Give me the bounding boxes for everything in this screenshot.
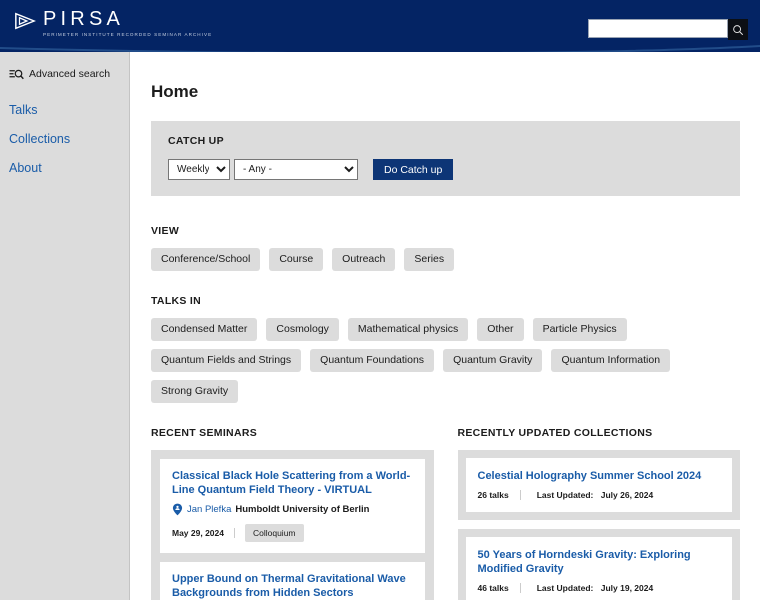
talks-in-tag[interactable]: Other: [477, 318, 524, 341]
view-section: VIEW Conference/School Course Outreach S…: [151, 225, 740, 271]
recently-updated-collections-column: RECENTLY UPDATED COLLECTIONS Celestial H…: [457, 427, 740, 600]
catch-up-panel: CATCH UP Weekly - Any - Do Catch up: [151, 121, 740, 196]
view-section-title: VIEW: [151, 225, 180, 237]
talks-in-tag[interactable]: Quantum Information: [551, 349, 671, 372]
bottom-columns: RECENT SEMINARS Classical Black Hole Sca…: [151, 427, 740, 600]
collection-updated-label: Last Updated:: [536, 490, 594, 500]
collection-title[interactable]: 50 Years of Horndeski Gravity: Exploring…: [478, 548, 721, 576]
sidebar-item-collections[interactable]: Collections: [0, 125, 129, 154]
seminar-title[interactable]: Upper Bound on Thermal Gravitational Wav…: [172, 572, 413, 600]
list-item[interactable]: Classical Black Hole Scattering from a W…: [160, 459, 425, 553]
talks-in-tag[interactable]: Strong Gravity: [151, 380, 239, 403]
seminar-speaker-row: Jan Plefka Humboldt University of Berlin: [172, 503, 413, 516]
view-tag[interactable]: Conference/School: [151, 248, 261, 271]
collection-updated-date: July 26, 2024: [600, 490, 654, 500]
do-catch-up-button[interactable]: Do Catch up: [373, 159, 454, 180]
talks-in-tag[interactable]: Quantum Gravity: [443, 349, 543, 372]
page-title: Home: [151, 82, 199, 101]
view-tag-list: Conference/School Course Outreach Series: [151, 248, 740, 271]
collection-updated-date: July 19, 2024: [600, 583, 654, 593]
sidebar-item-talks[interactable]: Talks: [0, 96, 129, 125]
talks-in-tag[interactable]: Cosmology: [266, 318, 339, 341]
collection-updated: Last Updated: July 19, 2024: [532, 583, 654, 593]
sidebar-item-about[interactable]: About: [0, 154, 129, 183]
seminar-title[interactable]: Classical Black Hole Scattering from a W…: [172, 469, 413, 497]
header-search: [588, 19, 748, 40]
seminar-speaker-name[interactable]: Jan Plefka: [187, 504, 231, 516]
list-item[interactable]: Upper Bound on Thermal Gravitational Wav…: [160, 562, 425, 600]
advanced-search-label: Advanced search: [29, 68, 111, 80]
seminar-date: May 29, 2024: [172, 528, 235, 538]
collection-meta: 46 talks Last Updated: July 19, 2024: [478, 583, 721, 593]
catch-up-controls: Weekly - Any - Do Catch up: [168, 159, 723, 180]
talks-in-tag[interactable]: Quantum Foundations: [310, 349, 435, 372]
site-header: PIRSA PERIMETER INSTITUTE RECORDED SEMIN…: [0, 0, 760, 52]
catch-up-title: CATCH UP: [168, 135, 224, 147]
view-tag[interactable]: Outreach: [332, 248, 396, 271]
talks-in-section: TALKS IN Condensed Matter Cosmology Math…: [151, 295, 740, 403]
play-triangle-icon: [15, 12, 36, 30]
logo-title: PIRSA: [43, 8, 125, 30]
recent-seminars-title: RECENT SEMINARS: [151, 427, 258, 439]
catch-up-topic-select[interactable]: - Any -: [234, 159, 358, 180]
filter-search-icon: [9, 69, 24, 79]
seminar-meta-row: May 29, 2024 Colloquium: [172, 524, 413, 542]
recent-seminars-list: Classical Black Hole Scattering from a W…: [151, 450, 434, 600]
recently-updated-collections-title: RECENTLY UPDATED COLLECTIONS: [457, 427, 653, 439]
search-submit-button[interactable]: [728, 19, 748, 40]
view-tag[interactable]: Course: [269, 248, 324, 271]
talks-in-tag-list: Condensed Matter Cosmology Mathematical …: [151, 318, 740, 403]
header-curve-decoration: [0, 41, 760, 52]
collection-meta: 26 talks Last Updated: July 26, 2024: [478, 490, 721, 500]
collection-updated-label: Last Updated:: [536, 583, 594, 593]
talks-in-tag[interactable]: Condensed Matter: [151, 318, 258, 341]
map-pin-person-icon: [172, 503, 183, 516]
talks-in-tag[interactable]: Particle Physics: [532, 318, 627, 341]
sidebar: Advanced search Talks Collections About: [0, 52, 130, 600]
search-input[interactable]: [588, 19, 728, 38]
talks-in-tag[interactable]: Mathematical physics: [347, 318, 469, 341]
collection-talk-count: 26 talks: [478, 490, 521, 500]
catch-up-period-select[interactable]: Weekly: [168, 159, 230, 180]
list-item[interactable]: 50 Years of Horndeski Gravity: Exploring…: [457, 529, 740, 600]
collection-title[interactable]: Celestial Holography Summer School 2024: [478, 469, 721, 483]
logo-subtitle: PERIMETER INSTITUTE RECORDED SEMINAR ARC…: [43, 32, 213, 37]
talks-in-section-title: TALKS IN: [151, 295, 202, 307]
collection-updated: Last Updated: July 26, 2024: [532, 490, 654, 500]
seminar-type-badge[interactable]: Colloquium: [244, 524, 304, 542]
seminar-affiliation: Humboldt University of Berlin: [235, 503, 370, 515]
view-tag[interactable]: Series: [404, 248, 455, 271]
talks-in-tag[interactable]: Quantum Fields and Strings: [151, 349, 302, 372]
list-item[interactable]: Celestial Holography Summer School 2024 …: [457, 450, 740, 520]
main-content: Home CATCH UP Weekly - Any - Do Catch up…: [131, 52, 760, 600]
search-icon: [733, 24, 744, 35]
site-logo[interactable]: PIRSA PERIMETER INSTITUTE RECORDED SEMIN…: [14, 9, 212, 38]
collection-talk-count: 46 talks: [478, 583, 521, 593]
recent-seminars-column: RECENT SEMINARS Classical Black Hole Sca…: [151, 427, 434, 600]
sidebar-item-advanced-search[interactable]: Advanced search: [0, 65, 129, 83]
